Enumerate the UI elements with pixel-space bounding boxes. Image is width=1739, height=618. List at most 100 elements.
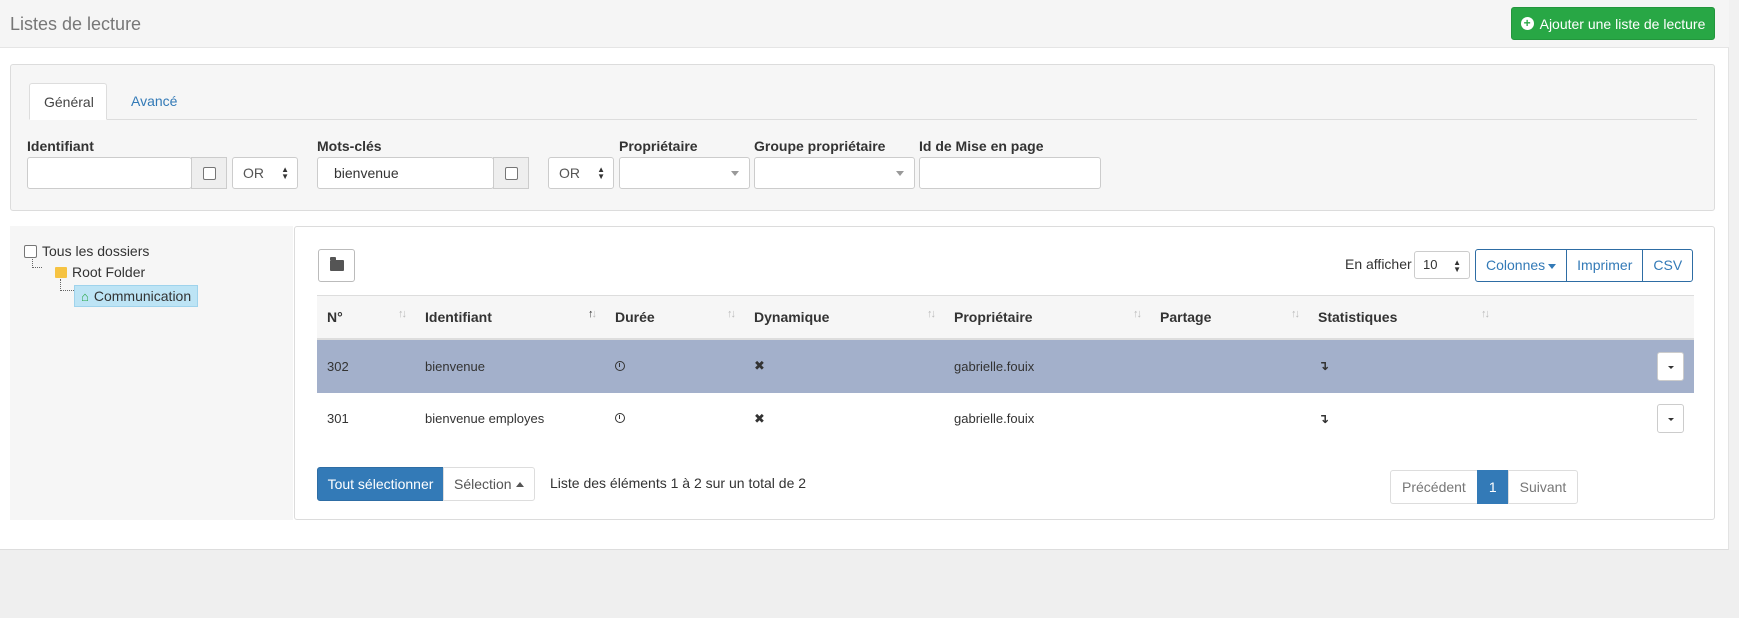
cell-dynamique: ✖ <box>744 393 944 445</box>
identifiant-label: Identifiant <box>27 138 94 154</box>
cell-num: 301 <box>327 411 349 426</box>
communication-label: Communication <box>93 288 192 304</box>
identifiant-operator-value: OR <box>243 165 264 181</box>
plus-circle-icon: + <box>1520 17 1534 30</box>
mots-cles-label: Mots-clés <box>317 138 382 154</box>
table-row[interactable]: 301 bienvenue employes ✖ gabrielle.fouix… <box>317 393 1694 445</box>
pagination-next[interactable]: Suivant <box>1507 470 1579 504</box>
cell-identifiant: bienvenue employes <box>425 411 545 426</box>
table-row[interactable]: 302 bienvenue ✖ gabrielle.fouix ↴ <box>317 338 1694 393</box>
column-header-num[interactable]: N° ↑↓ <box>317 295 415 340</box>
folder-icon <box>329 257 344 271</box>
column-header-proprietaire[interactable]: Propriétaire ↑↓ <box>944 295 1150 340</box>
groupe-proprietaire-select[interactable] <box>754 157 915 189</box>
updown-icon: ▲ ▼ <box>281 165 289 181</box>
add-playlist-label: Ajouter une liste de lecture <box>1539 15 1706 32</box>
all-folders-label: Tous les dossiers <box>42 243 150 259</box>
folder-tree: Tous les dossiers Root Folder ⌂ Communic… <box>10 226 293 520</box>
cell-duree <box>605 338 744 393</box>
chevron-down-icon <box>731 171 739 176</box>
id-mise-en-page-input[interactable] <box>919 157 1101 189</box>
table-header-row: N° ↑↓ Identifiant ↑↓ Durée ↑↓ Dynamique ↑↓ P… <box>317 295 1694 340</box>
filter-tabs: Général Avancé <box>29 83 1697 120</box>
pagination-page-1[interactable]: 1 <box>1476 470 1509 504</box>
mots-cles-exact-checkbox[interactable] <box>504 166 518 180</box>
all-folders-checkbox[interactable] <box>24 244 37 258</box>
sort-icon: ↑↓ <box>398 308 407 320</box>
table-info: Liste des éléments 1 à 2 sur un total de… <box>550 475 807 491</box>
cell-statistiques: ↴ <box>1308 393 1498 445</box>
sort-icon: ↑↓ <box>927 308 936 320</box>
mots-cles-input[interactable]: bienvenue <box>317 157 494 189</box>
columns-button[interactable]: Colonnes <box>1475 249 1568 282</box>
sort-icon: ↑↓ <box>1291 308 1300 320</box>
arrow-down-icon[interactable]: ↴ <box>1318 358 1329 373</box>
page-title: Listes de lecture <box>10 14 142 34</box>
id-mise-en-page-label: Id de Mise en page <box>919 138 1044 154</box>
top-bar: Listes de lecture + Ajouter une liste de… <box>0 0 1729 48</box>
pagination-previous[interactable]: Précédent <box>1390 470 1478 504</box>
tree-root-folder[interactable]: Root Folder <box>55 264 145 280</box>
identifiant-input[interactable] <box>27 157 192 189</box>
tab-advanced[interactable]: Avancé <box>117 83 191 120</box>
proprietaire-select[interactable] <box>619 157 750 189</box>
proprietaire-label: Propriétaire <box>619 138 698 154</box>
column-header-identifiant[interactable]: Identifiant ↑↓ <box>415 295 605 340</box>
identifiant-exact-checkbox-addon <box>191 157 227 189</box>
times-icon: ✖ <box>754 358 765 373</box>
sort-asc-icon: ↑↓ <box>588 308 597 320</box>
chevron-up-icon <box>516 482 524 487</box>
cell-dynamique: ✖ <box>744 338 944 393</box>
sort-icon: ↑↓ <box>1481 308 1490 320</box>
playlist-panel: En afficher 10 ▲ ▼ Colonnes Imprimer CSV … <box>294 226 1715 520</box>
updown-icon: ▲ ▼ <box>1453 258 1461 274</box>
move-folder-button[interactable] <box>318 249 355 282</box>
selection-dropdown[interactable]: Sélection <box>443 467 535 501</box>
vertical-scrollbar[interactable] <box>1729 0 1739 550</box>
column-header-actions <box>1498 295 1694 340</box>
page-size-label: En afficher <box>1345 256 1412 272</box>
csv-button[interactable]: CSV <box>1642 249 1694 282</box>
identifiant-exact-checkbox[interactable] <box>202 166 216 180</box>
clock-icon <box>615 413 625 423</box>
cell-num: 302 <box>317 338 415 393</box>
tree-communication-folder[interactable]: ⌂ Communication <box>74 285 199 307</box>
times-icon: ✖ <box>754 410 765 426</box>
tree-all-folders[interactable]: Tous les dossiers <box>24 243 149 259</box>
mots-cles-exact-checkbox-addon <box>493 157 529 189</box>
column-header-duree[interactable]: Durée ↑↓ <box>605 295 744 340</box>
row-actions-dropdown[interactable] <box>1657 351 1684 381</box>
pagination: Précédent 1 Suivant <box>1390 470 1579 504</box>
table-actions-group: Colonnes Imprimer CSV <box>1475 249 1694 282</box>
row-actions-dropdown[interactable] <box>1657 404 1684 433</box>
playlist-table: N° ↑↓ Identifiant ↑↓ Durée ↑↓ Dynamique ↑↓ P… <box>317 295 1694 445</box>
mots-cles-operator-value: OR <box>559 165 580 181</box>
identifiant-operator-select[interactable]: OR ▲ ▼ <box>232 157 298 189</box>
arrow-down-icon[interactable]: ↴ <box>1318 411 1329 426</box>
print-button[interactable]: Imprimer <box>1566 249 1644 282</box>
page-size-value: 10 <box>1423 257 1438 272</box>
updown-icon: ▲ ▼ <box>597 165 605 181</box>
cell-actions <box>1498 338 1694 393</box>
column-header-statistiques[interactable]: Statistiques ↑↓ <box>1308 295 1498 340</box>
groupe-proprietaire-label: Groupe propriétaire <box>754 138 886 154</box>
page: Listes de lecture + Ajouter une liste de… <box>0 0 1729 550</box>
root-folder-label: Root Folder <box>72 264 146 280</box>
select-all-button[interactable]: Tout sélectionner <box>317 467 444 501</box>
column-header-dynamique[interactable]: Dynamique ↑↓ <box>744 295 944 340</box>
column-header-partage[interactable]: Partage ↑↓ <box>1150 295 1308 340</box>
cell-partage <box>1150 393 1308 445</box>
sort-icon: ↑↓ <box>1133 308 1142 320</box>
cell-partage <box>1150 338 1308 393</box>
page-size-select[interactable]: 10 ▲ ▼ <box>1414 251 1470 279</box>
tab-general[interactable]: Général <box>29 83 107 120</box>
mots-cles-operator-select[interactable]: OR ▲ ▼ <box>548 157 614 189</box>
folder-icon <box>55 266 67 278</box>
cell-duree <box>605 393 744 445</box>
tree-connector <box>60 279 74 291</box>
cell-proprietaire: gabrielle.fouix <box>954 411 1035 426</box>
add-playlist-button[interactable]: + Ajouter une liste de lecture <box>1511 7 1715 40</box>
cell-actions <box>1498 393 1694 445</box>
selection-label: Sélection <box>454 476 512 492</box>
sort-icon: ↑↓ <box>727 308 736 320</box>
